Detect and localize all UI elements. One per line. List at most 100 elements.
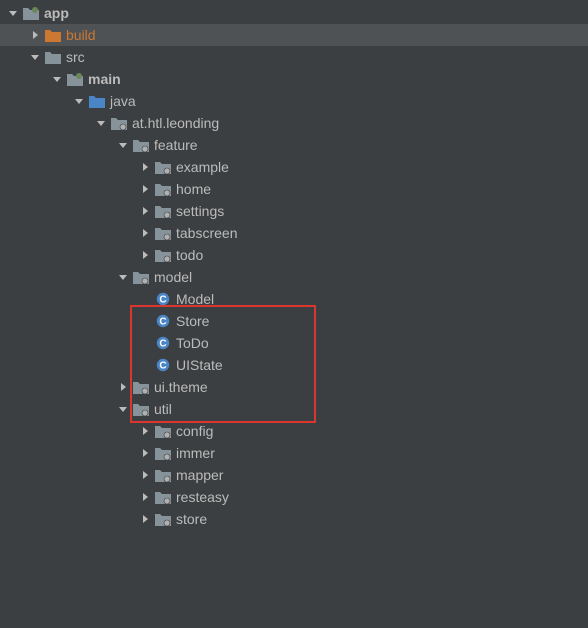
node-uistate-class[interactable]: C UIState [0,354,588,376]
arrow-spacer [138,336,152,350]
package-icon [154,445,172,461]
node-tabscreen[interactable]: tabscreen [0,222,588,244]
class-icon: C [154,313,172,329]
chevron-down-icon[interactable] [72,94,86,108]
module-icon [66,71,84,87]
chevron-down-icon[interactable] [94,116,108,130]
node-mapper[interactable]: mapper [0,464,588,486]
tree-node-label: build [66,24,96,46]
package-icon [154,159,172,175]
package-icon [132,137,150,153]
chevron-down-icon[interactable] [28,50,42,64]
tree-node-label: resteasy [176,486,229,508]
class-icon: C [154,357,172,373]
class-icon: C [154,291,172,307]
arrow-spacer [138,314,152,328]
tree-node-label: feature [154,134,198,156]
svg-text:C: C [159,295,166,306]
package-icon [154,247,172,263]
chevron-right-icon[interactable] [138,182,152,196]
chevron-right-icon[interactable] [138,512,152,526]
chevron-right-icon[interactable] [138,248,152,262]
tree-node-label: mapper [176,464,223,486]
project-tree[interactable]: appbuildsrcmainjavaat.htl.leondingfeatur… [0,0,588,530]
package-icon [154,203,172,219]
chevron-right-icon[interactable] [138,424,152,438]
chevron-right-icon[interactable] [138,468,152,482]
package-icon [154,181,172,197]
tree-node-label: main [88,68,121,90]
package-icon [154,423,172,439]
tree-node-label: tabscreen [176,222,237,244]
tree-node-label: settings [176,200,224,222]
tree-node-label: immer [176,442,215,464]
arrow-spacer [138,358,152,372]
package-icon [154,489,172,505]
chevron-right-icon[interactable] [138,490,152,504]
tree-node-label: model [154,266,192,288]
package-icon [110,115,128,131]
node-example[interactable]: example [0,156,588,178]
chevron-right-icon[interactable] [138,160,152,174]
node-immer[interactable]: immer [0,442,588,464]
chevron-down-icon[interactable] [50,72,64,86]
node-at-htl-leonding[interactable]: at.htl.leonding [0,112,588,134]
tree-node-label: Store [176,310,209,332]
tree-node-label: store [176,508,207,530]
chevron-right-icon[interactable] [138,226,152,240]
chevron-down-icon[interactable] [116,402,130,416]
node-main[interactable]: main [0,68,588,90]
node-util[interactable]: util [0,398,588,420]
tree-node-label: home [176,178,211,200]
chevron-down-icon[interactable] [116,270,130,284]
tree-node-label: java [110,90,136,112]
node-ui-theme[interactable]: ui.theme [0,376,588,398]
tree-node-label: ToDo [176,332,209,354]
tree-node-label: todo [176,244,203,266]
node-java[interactable]: java [0,90,588,112]
class-icon: C [154,335,172,351]
tree-node-label: example [176,156,229,178]
chevron-right-icon[interactable] [138,204,152,218]
tree-node-label: util [154,398,172,420]
package-icon [132,401,150,417]
package-icon [132,269,150,285]
node-build[interactable]: build [0,24,588,46]
node-store-pkg[interactable]: store [0,508,588,530]
node-model[interactable]: model [0,266,588,288]
node-settings[interactable]: settings [0,200,588,222]
node-todo[interactable]: todo [0,244,588,266]
tree-node-label: UIState [176,354,223,376]
arrow-spacer [138,292,152,306]
svg-text:C: C [159,317,166,328]
tree-node-label: Model [176,288,214,310]
node-feature[interactable]: feature [0,134,588,156]
node-store-class[interactable]: C Store [0,310,588,332]
package-icon [154,225,172,241]
package-icon [154,467,172,483]
tree-node-label: src [66,46,85,68]
tree-node-label: ui.theme [154,376,208,398]
package-icon [154,511,172,527]
node-home[interactable]: home [0,178,588,200]
node-resteasy[interactable]: resteasy [0,486,588,508]
source-folder-icon [88,93,106,109]
node-todo-class[interactable]: CToDo [0,332,588,354]
node-app[interactable]: app [0,2,588,24]
tree-node-label: config [176,420,213,442]
tree-node-label: app [44,2,69,24]
chevron-right-icon[interactable] [28,28,42,42]
node-src[interactable]: src [0,46,588,68]
chevron-right-icon[interactable] [138,446,152,460]
package-icon [132,379,150,395]
excluded-folder-icon [44,27,62,43]
node-model-class[interactable]: C Model [0,288,588,310]
tree-node-label: at.htl.leonding [132,112,219,134]
module-icon [22,5,40,21]
svg-text:C: C [159,361,166,372]
node-config[interactable]: config [0,420,588,442]
chevron-down-icon[interactable] [116,138,130,152]
folder-icon [44,49,62,65]
chevron-down-icon[interactable] [6,6,20,20]
chevron-right-icon[interactable] [116,380,130,394]
